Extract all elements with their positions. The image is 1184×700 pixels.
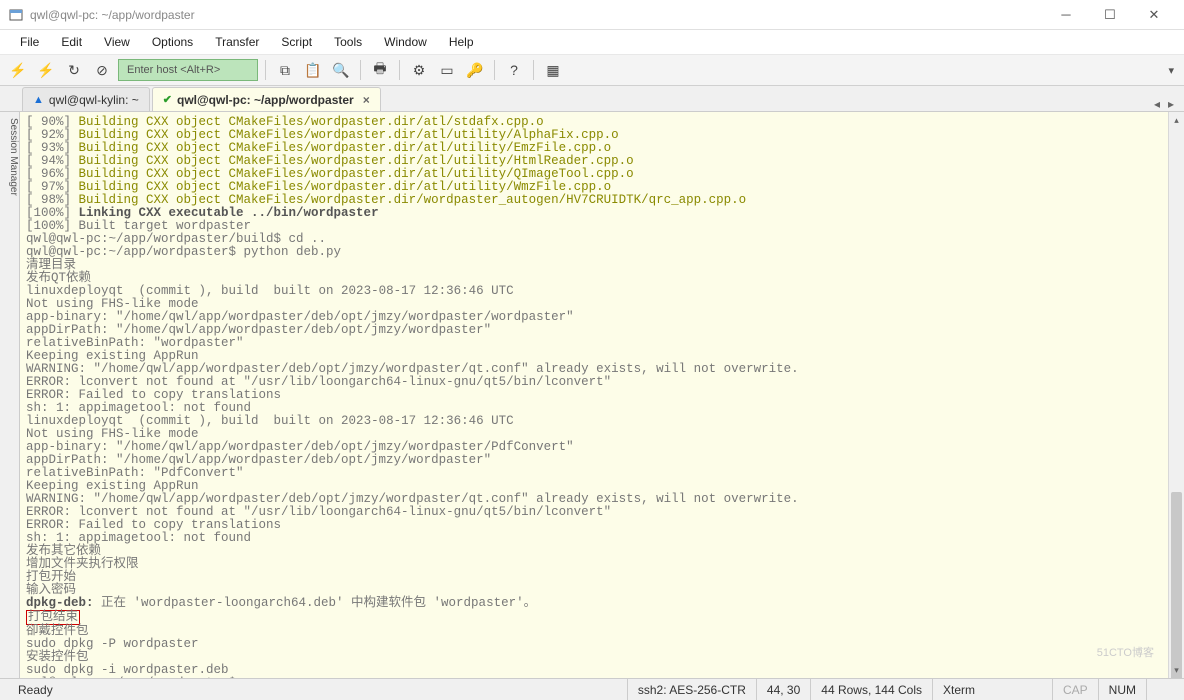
help-icon[interactable]: ? [502, 58, 526, 82]
find-icon[interactable]: 🔍 [329, 58, 353, 82]
tab-check-icon: ✔ [163, 93, 172, 106]
terminal[interactable]: [ 90%] Building CXX object CMakeFiles/wo… [20, 112, 1168, 678]
status-num: NUM [1098, 679, 1146, 700]
menubar: File Edit View Options Transfer Script T… [0, 30, 1184, 54]
disconnect-icon[interactable]: ⊘ [90, 58, 114, 82]
app-icon [8, 7, 24, 23]
tab-label: qwl@qwl-kylin: ~ [49, 93, 139, 107]
tab-wordpaster[interactable]: ✔ qwl@qwl-pc: ~/app/wordpaster × [152, 87, 381, 111]
toolbar: ⚡ ⚡ ↻ ⊘ Enter host <Alt+R> ⧉ 📋 🔍 🖶 ⚙ ▭ 🔑… [0, 54, 1184, 86]
status-ready: Ready [8, 679, 627, 700]
menu-window[interactable]: Window [374, 32, 437, 52]
reconnect-icon[interactable]: ↻ [62, 58, 86, 82]
quick-connect-icon[interactable]: ⚡ [34, 58, 58, 82]
status-connection: ssh2: AES-256-CTR [627, 679, 756, 700]
maximize-button[interactable]: ☐ [1088, 1, 1132, 29]
menu-edit[interactable]: Edit [51, 32, 92, 52]
tab-kylin[interactable]: ▲ qwl@qwl-kylin: ~ [22, 87, 150, 111]
host-input[interactable]: Enter host <Alt+R> [118, 59, 258, 81]
tab-close-icon[interactable]: × [363, 93, 370, 107]
toolbar-dropdown-icon[interactable]: ▾ [1168, 64, 1178, 77]
paste-icon[interactable]: 📋 [301, 58, 325, 82]
menu-options[interactable]: Options [142, 32, 203, 52]
session-icon[interactable]: ▭ [435, 58, 459, 82]
key-icon[interactable]: 🔑 [463, 58, 487, 82]
scroll-up-icon[interactable]: ▴ [1169, 112, 1184, 128]
minimize-button[interactable]: ─ [1044, 1, 1088, 29]
statusbar: Ready ssh2: AES-256-CTR 44, 30 44 Rows, … [0, 678, 1184, 700]
menu-file[interactable]: File [10, 32, 49, 52]
menu-script[interactable]: Script [271, 32, 322, 52]
menu-help[interactable]: Help [439, 32, 484, 52]
tab-next-icon[interactable]: ▸ [1168, 97, 1174, 111]
settings-icon[interactable]: ⚙ [407, 58, 431, 82]
tab-label: qwl@qwl-pc: ~/app/wordpaster [177, 93, 354, 107]
close-button[interactable]: ✕ [1132, 1, 1176, 29]
menu-transfer[interactable]: Transfer [205, 32, 269, 52]
titlebar: qwl@qwl-pc: ~/app/wordpaster ─ ☐ ✕ [0, 0, 1184, 30]
status-dimensions: 44 Rows, 144 Cols [810, 679, 932, 700]
session-manager-sidebar[interactable]: Session Manager [0, 112, 20, 678]
status-cursor-pos: 44, 30 [756, 679, 810, 700]
tab-prev-icon[interactable]: ◂ [1154, 97, 1160, 111]
menu-view[interactable]: View [94, 32, 140, 52]
status-term-type: Xterm [932, 679, 1052, 700]
status-cap: CAP [1052, 679, 1098, 700]
menu-tools[interactable]: Tools [324, 32, 372, 52]
copy-icon[interactable]: ⧉ [273, 58, 297, 82]
scroll-down-icon[interactable]: ▾ [1169, 662, 1184, 678]
tab-warn-icon: ▲ [33, 94, 44, 106]
tabbar: ▲ qwl@qwl-kylin: ~ ✔ qwl@qwl-pc: ~/app/w… [0, 86, 1184, 112]
window-title: qwl@qwl-pc: ~/app/wordpaster [30, 8, 1044, 22]
print-icon[interactable]: 🖶 [368, 58, 392, 82]
scrollbar[interactable]: ▴ ▾ [1168, 112, 1184, 678]
scroll-thumb[interactable] [1171, 492, 1182, 678]
grid-icon[interactable]: ▦ [541, 58, 565, 82]
connect-icon[interactable]: ⚡ [6, 58, 30, 82]
